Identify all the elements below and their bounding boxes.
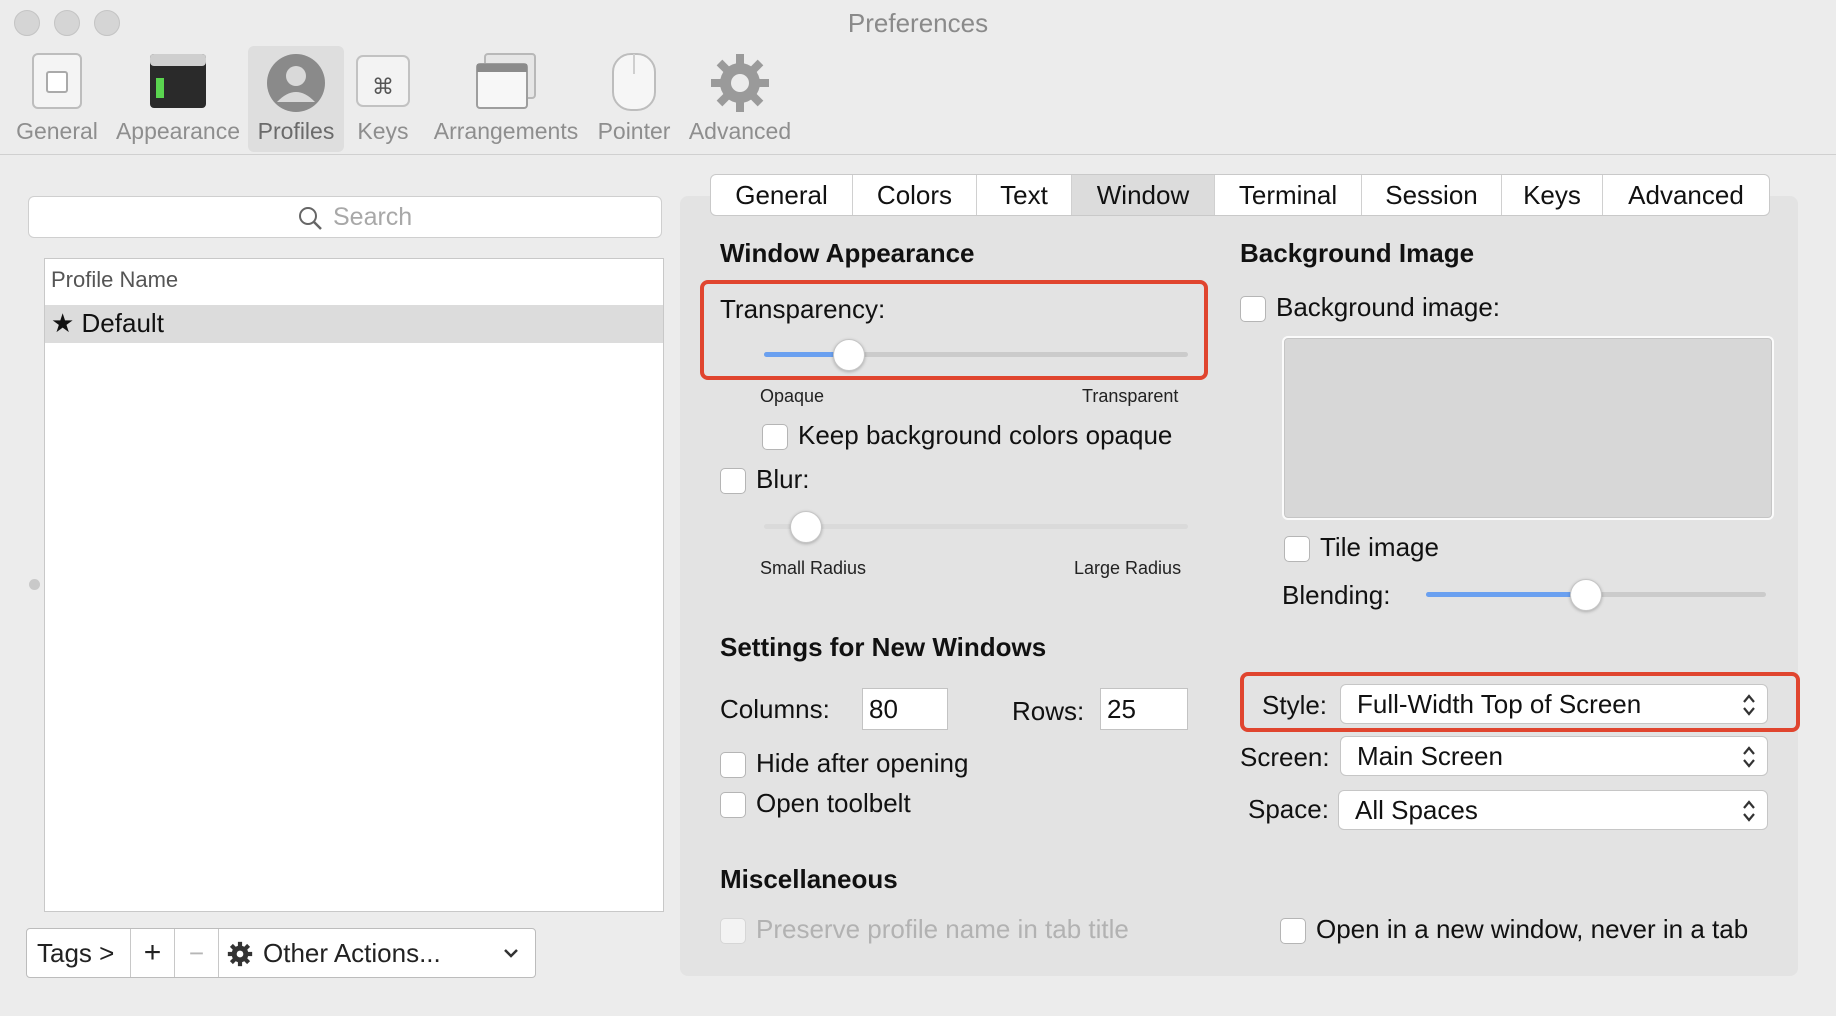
background-image-well[interactable] — [1282, 336, 1774, 520]
blending-slider-fill — [1426, 592, 1586, 597]
toolbar-pointer-label: Pointer — [597, 118, 671, 144]
split-view-handle[interactable] — [29, 579, 40, 590]
new-windows-heading: Settings for New Windows — [720, 632, 1047, 662]
miscellaneous-heading: Miscellaneous — [720, 864, 898, 894]
screen-label: Screen: — [1240, 742, 1330, 772]
profile-search-input[interactable]: Search — [28, 196, 662, 238]
window-title: Preferences — [847, 8, 989, 38]
toolbar-profiles[interactable]: Profiles — [248, 46, 344, 152]
columns-label: Columns: — [720, 694, 830, 724]
tab-terminal[interactable]: Terminal — [1215, 175, 1362, 215]
space-select[interactable]: All Spaces — [1338, 790, 1768, 830]
select-arrows-icon — [1743, 746, 1755, 768]
columns-field[interactable]: 80 — [862, 688, 948, 730]
profiles-icon — [267, 54, 325, 112]
chevron-down-icon — [504, 949, 518, 958]
style-select[interactable]: Full-Width Top of Screen — [1340, 684, 1768, 724]
rows-label: Rows: — [1012, 696, 1085, 726]
toolbar-advanced[interactable]: Advanced — [686, 46, 794, 152]
add-profile-button[interactable]: + — [131, 929, 175, 977]
profile-tabs: General Colors Text Window Terminal Sess… — [710, 174, 1770, 216]
open-toolbelt-checkbox[interactable] — [720, 792, 746, 818]
mouse-icon — [612, 53, 656, 111]
toolbar-pointer[interactable]: Pointer — [594, 46, 674, 152]
profile-list[interactable]: Profile Name ★ Default — [44, 258, 664, 912]
search-placeholder: Search — [333, 203, 413, 231]
tab-session[interactable]: Session — [1362, 175, 1502, 215]
toolbar-profiles-label: Profiles — [257, 118, 335, 144]
hide-after-opening-checkbox[interactable] — [720, 752, 746, 778]
tile-image-label: Tile image — [1320, 532, 1439, 562]
preserve-profile-name-checkbox[interactable] — [720, 918, 746, 944]
open-new-window-label: Open in a new window, never in a tab — [1316, 914, 1749, 944]
keep-bg-opaque-label: Keep background colors opaque — [798, 420, 1173, 450]
blur-checkbox[interactable] — [720, 468, 746, 494]
hide-after-opening-label: Hide after opening — [756, 748, 969, 778]
background-image-label: Background image: — [1276, 292, 1501, 322]
large-radius-label: Large Radius — [1074, 558, 1182, 578]
transparency-label: Transparency: — [720, 294, 886, 324]
blending-slider-knob[interactable] — [1569, 579, 1602, 611]
search-icon — [299, 207, 322, 230]
open-toolbelt-label: Open toolbelt — [756, 788, 911, 818]
toolbar-appearance[interactable]: Appearance — [112, 46, 244, 152]
gear-icon — [711, 54, 769, 112]
appearance-icon — [150, 54, 206, 108]
small-radius-label: Small Radius — [760, 558, 867, 578]
toolbar-general-label: General — [16, 118, 98, 144]
gear-icon — [227, 941, 253, 967]
blur-label: Blur: — [756, 464, 810, 494]
keys-icon: ⌘ — [356, 55, 410, 107]
rows-field[interactable]: 25 — [1100, 688, 1188, 730]
open-new-window-checkbox[interactable] — [1280, 918, 1306, 944]
space-select-value: All Spaces — [1355, 795, 1478, 825]
remove-profile-button[interactable]: − — [175, 929, 219, 977]
tags-button[interactable]: Tags > — [27, 929, 131, 977]
transparency-slider[interactable] — [764, 352, 1188, 357]
screen-select-value: Main Screen — [1357, 741, 1503, 771]
profile-name-column-header[interactable]: Profile Name — [51, 267, 178, 293]
tab-general[interactable]: General — [711, 175, 853, 215]
tab-advanced[interactable]: Advanced — [1603, 175, 1769, 215]
select-arrows-icon — [1743, 694, 1755, 716]
blending-label: Blending: — [1282, 580, 1391, 610]
arrangements-icon — [476, 53, 536, 109]
blur-slider[interactable] — [764, 524, 1188, 529]
style-label: Style: — [1262, 690, 1328, 720]
window-appearance-heading: Window Appearance — [720, 238, 975, 268]
tab-window[interactable]: Window — [1072, 175, 1215, 215]
tab-keys[interactable]: Keys — [1502, 175, 1603, 215]
transparency-slider-knob[interactable] — [832, 339, 865, 371]
tab-text[interactable]: Text — [977, 175, 1072, 215]
screen-select[interactable]: Main Screen — [1340, 736, 1768, 776]
opaque-label: Opaque — [760, 386, 825, 406]
preserve-profile-name-label: Preserve profile name in tab title — [756, 914, 1129, 944]
profile-row[interactable]: ★ Default — [45, 305, 663, 343]
profile-row-label: ★ Default — [51, 308, 164, 338]
toolbar-advanced-label: Advanced — [688, 118, 792, 144]
background-image-heading: Background Image — [1240, 238, 1475, 268]
tab-colors[interactable]: Colors — [853, 175, 977, 215]
tile-image-checkbox[interactable] — [1284, 536, 1310, 562]
toolbar-general[interactable]: General — [12, 46, 102, 152]
background-image-checkbox[interactable] — [1240, 296, 1266, 322]
toolbar-keys[interactable]: ⌘ Keys — [350, 46, 416, 152]
select-arrows-icon — [1743, 800, 1755, 822]
toolbar-arrangements-label: Arrangements — [433, 118, 579, 144]
toolbar-appearance-label: Appearance — [115, 118, 241, 144]
other-actions-label: Other Actions... — [263, 938, 441, 968]
style-select-value: Full-Width Top of Screen — [1357, 689, 1642, 719]
other-actions-menu[interactable]: Other Actions... — [219, 929, 535, 977]
toolbar-keys-label: Keys — [357, 118, 409, 144]
space-label: Space: — [1248, 794, 1329, 824]
toolbar-arrangements[interactable]: Arrangements — [430, 46, 582, 152]
keep-bg-opaque-checkbox[interactable] — [762, 424, 788, 450]
transparent-label: Transparent — [1082, 386, 1179, 406]
general-icon — [32, 53, 82, 109]
svg-text:⌘: ⌘ — [372, 75, 394, 100]
toolbar-divider — [0, 154, 1836, 155]
profile-actions-bar: Tags > + − Other Actions... — [26, 928, 536, 978]
